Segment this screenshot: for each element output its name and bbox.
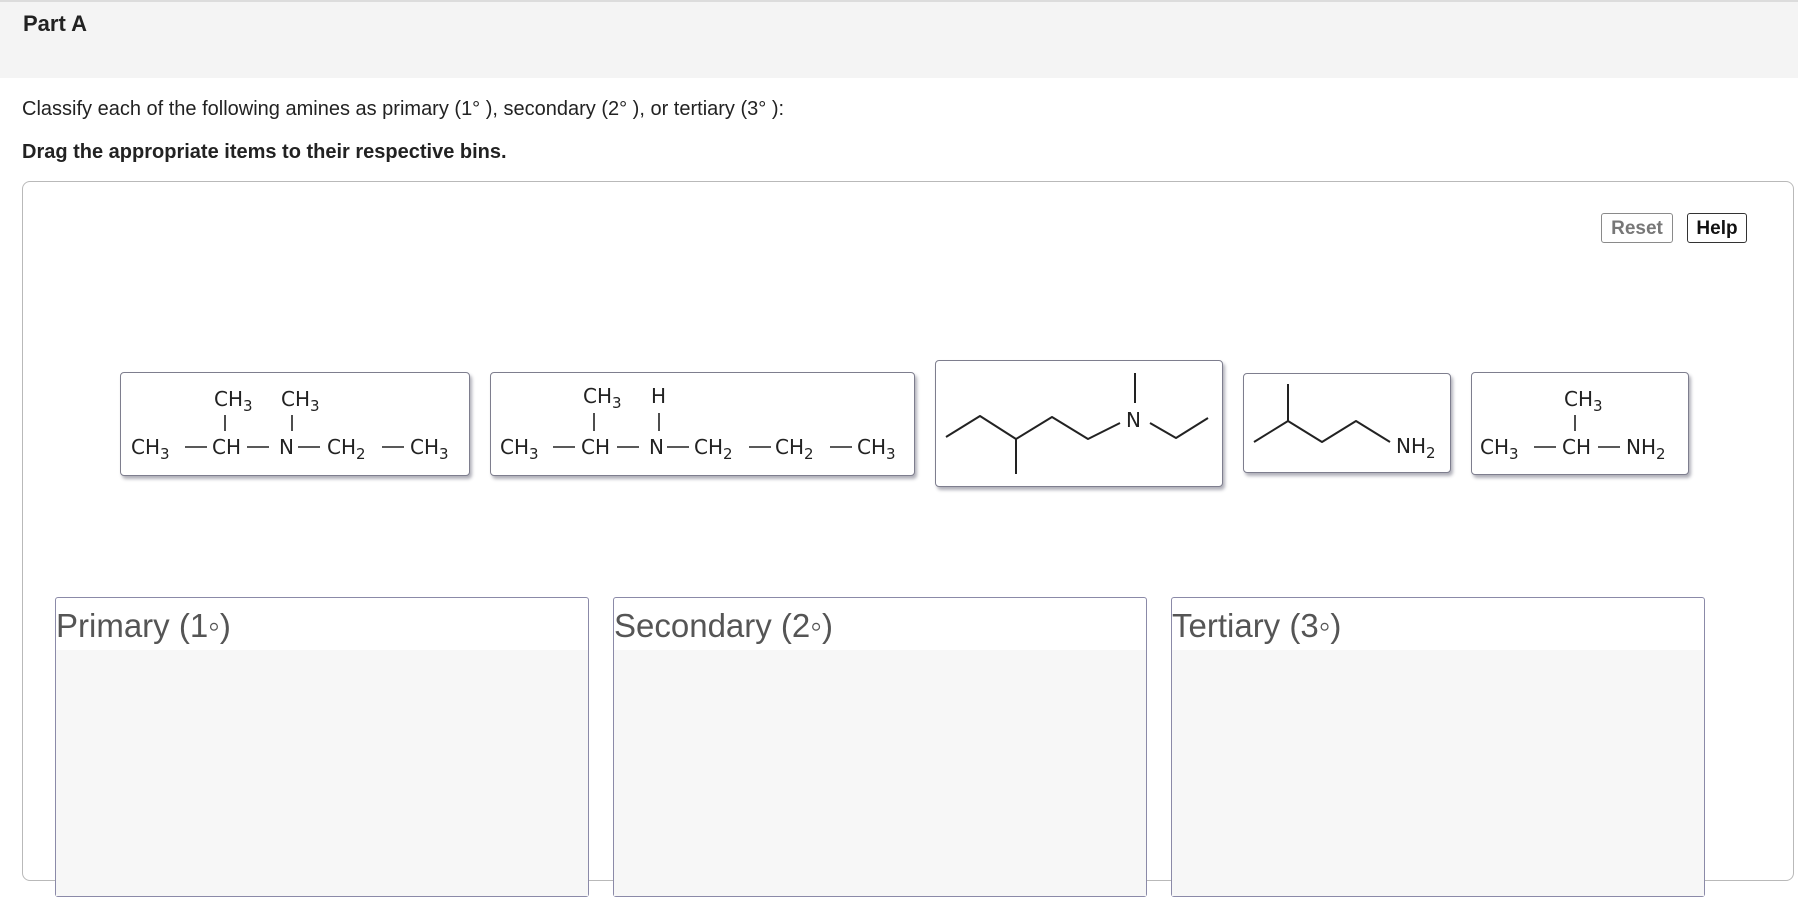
chain-group-3: NH2 <box>1626 435 1666 463</box>
amine-group: NH2 <box>1396 434 1436 462</box>
chain-group-5: CH3 <box>410 435 449 463</box>
nitrogen-atom: N <box>1126 408 1141 432</box>
top-group-1: CH3 <box>1564 387 1603 415</box>
bin-secondary[interactable]: Secondary (2◦) <box>613 597 1147 897</box>
bin-secondary-title: Secondary (2◦) <box>614 607 833 644</box>
amine-tile-5[interactable]: CH3 CH3 CH NH2 <box>1471 372 1689 475</box>
question-instruction: Classify each of the following amines as… <box>22 98 785 120</box>
top-group-2: CH3 <box>281 387 320 415</box>
top-group-2: H <box>651 384 666 408</box>
amine-structure-2: CH3 H CH3 CH N CH2 CH2 CH3 <box>500 384 896 463</box>
chain-group-4: CH2 <box>694 435 733 463</box>
bin-secondary-drop-zone[interactable] <box>614 650 1146 896</box>
bin-tertiary[interactable]: Tertiary (3◦) <box>1171 597 1705 897</box>
chain-atom-n: N <box>279 435 294 459</box>
chain-group-2: CH <box>581 435 610 459</box>
amine-structure-3: N <box>945 373 1209 474</box>
chain-group-2: CH <box>1562 435 1591 459</box>
drag-drop-workspace: Reset Help CH3 CH3 CH3 CH N CH2 CH3 CH3 … <box>22 181 1794 897</box>
part-title: Part A <box>23 11 87 36</box>
reset-button[interactable]: Reset <box>1601 213 1673 243</box>
bin-tertiary-title: Tertiary (3◦) <box>1172 607 1342 644</box>
bin-primary-drop-zone[interactable] <box>56 650 588 896</box>
chain-group-2: CH <box>212 435 241 459</box>
chain-group-5: CH2 <box>775 435 814 463</box>
amine-tile-1[interactable]: CH3 CH3 CH3 CH N CH2 CH3 <box>120 372 470 476</box>
chain-group-1: CH3 <box>131 435 170 463</box>
chain-group-6: CH3 <box>857 435 896 463</box>
amine-tile-4[interactable]: NH2 <box>1243 373 1451 473</box>
chain-atom-n: N <box>649 435 664 459</box>
chain-group-1: CH3 <box>500 435 539 463</box>
top-group-1: CH3 <box>214 387 253 415</box>
bin-primary[interactable]: Primary (1◦) <box>55 597 589 897</box>
amine-tile-3[interactable]: N <box>935 360 1223 487</box>
amine-tile-2[interactable]: CH3 H CH3 CH N CH2 CH2 CH3 <box>490 372 915 476</box>
help-button[interactable]: Help <box>1687 213 1747 243</box>
bin-primary-title: Primary (1◦) <box>56 607 231 644</box>
question-sub-instruction: Drag the appropriate items to their resp… <box>22 141 507 163</box>
amine-structure-5: CH3 CH3 CH NH2 <box>1480 387 1666 463</box>
bin-tertiary-drop-zone[interactable] <box>1172 650 1704 896</box>
amine-structure-4: NH2 <box>1253 384 1436 462</box>
amine-structure-1: CH3 CH3 CH3 CH N CH2 CH3 <box>131 387 449 463</box>
part-header: Part A <box>0 2 1798 78</box>
top-group-1: CH3 <box>583 384 622 412</box>
chain-group-4: CH2 <box>327 435 366 463</box>
chain-group-1: CH3 <box>1480 435 1519 463</box>
